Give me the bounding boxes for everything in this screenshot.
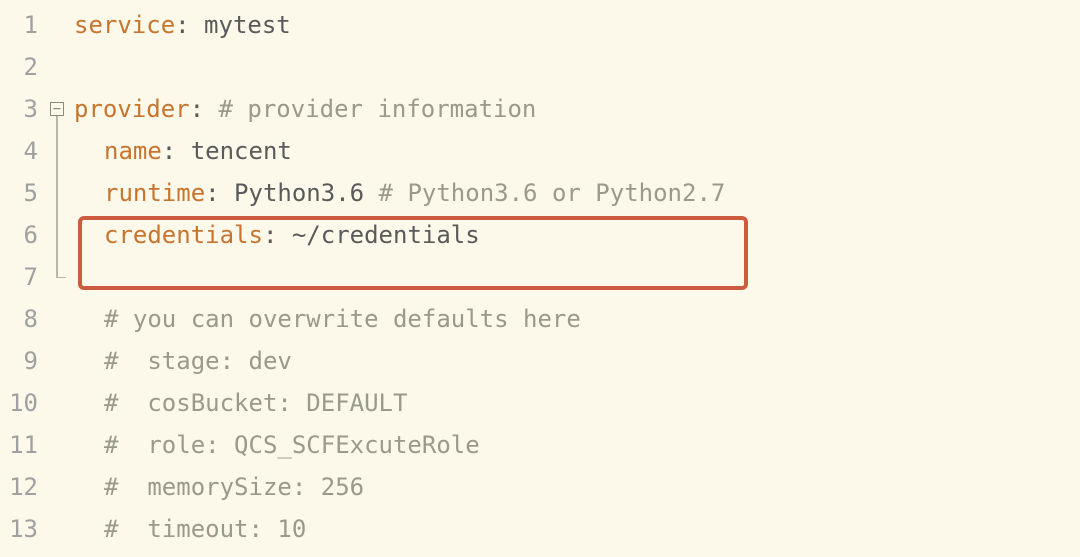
code-line: service: mytest bbox=[74, 4, 1080, 46]
line-number: 5 bbox=[0, 172, 38, 214]
yaml-value: tencent bbox=[176, 137, 292, 165]
line-number: 3 bbox=[0, 88, 38, 130]
code-line: name: tencent bbox=[74, 130, 1080, 172]
line-number: 12 bbox=[0, 466, 38, 508]
yaml-key: credentials bbox=[104, 221, 263, 249]
line-number: 8 bbox=[0, 298, 38, 340]
yaml-comment: # you can overwrite defaults here bbox=[104, 305, 581, 333]
line-number: 4 bbox=[0, 130, 38, 172]
yaml-value: mytest bbox=[190, 11, 291, 39]
code-line: # stage: dev bbox=[74, 340, 1080, 382]
yaml-key: name bbox=[104, 137, 162, 165]
line-number: 6 bbox=[0, 214, 38, 256]
line-number: 10 bbox=[0, 382, 38, 424]
fold-collapse-icon[interactable]: − bbox=[50, 102, 64, 116]
code-content[interactable]: service: mytest provider: # provider inf… bbox=[70, 0, 1080, 557]
yaml-comment: # timeout: 10 bbox=[104, 515, 306, 538]
line-number: 1 bbox=[0, 4, 38, 46]
yaml-comment: # stage: dev bbox=[104, 347, 292, 375]
line-number: 13 bbox=[0, 508, 38, 538]
code-line: # timeout: 10 bbox=[74, 508, 1080, 538]
code-line: credentials: ~/credentials bbox=[74, 214, 1080, 256]
code-line: # you can overwrite defaults here bbox=[74, 298, 1080, 340]
line-number: 2 bbox=[0, 46, 38, 88]
yaml-key: runtime bbox=[104, 179, 205, 207]
code-line: runtime: Python3.6 # Python3.6 or Python… bbox=[74, 172, 1080, 214]
code-line: # role: QCS_SCFExcuteRole bbox=[74, 424, 1080, 466]
yaml-comment: # memorySize: 256 bbox=[104, 473, 364, 501]
yaml-key: provider bbox=[74, 95, 190, 123]
yaml-comment: # provider information bbox=[204, 95, 536, 123]
yaml-comment: # cosBucket: DEFAULT bbox=[104, 389, 407, 417]
yaml-comment: # Python3.6 or Python2.7 bbox=[364, 179, 725, 207]
code-line bbox=[74, 256, 1080, 298]
code-line: # cosBucket: DEFAULT bbox=[74, 382, 1080, 424]
code-line bbox=[74, 46, 1080, 88]
line-number: 9 bbox=[0, 340, 38, 382]
fold-gutter: − bbox=[48, 0, 70, 557]
line-number: 11 bbox=[0, 424, 38, 466]
yaml-value: Python3.6 bbox=[220, 179, 365, 207]
line-number-gutter: 1 2 3 4 5 6 7 8 9 10 11 12 13 bbox=[0, 0, 48, 557]
line-number: 7 bbox=[0, 256, 38, 298]
yaml-key: service bbox=[74, 11, 175, 39]
code-line: provider: # provider information bbox=[74, 88, 1080, 130]
code-line: # memorySize: 256 bbox=[74, 466, 1080, 508]
code-editor: 1 2 3 4 5 6 7 8 9 10 11 12 13 − service:… bbox=[0, 0, 1080, 557]
yaml-value: ~/credentials bbox=[277, 221, 479, 249]
yaml-comment: # role: QCS_SCFExcuteRole bbox=[104, 431, 480, 459]
